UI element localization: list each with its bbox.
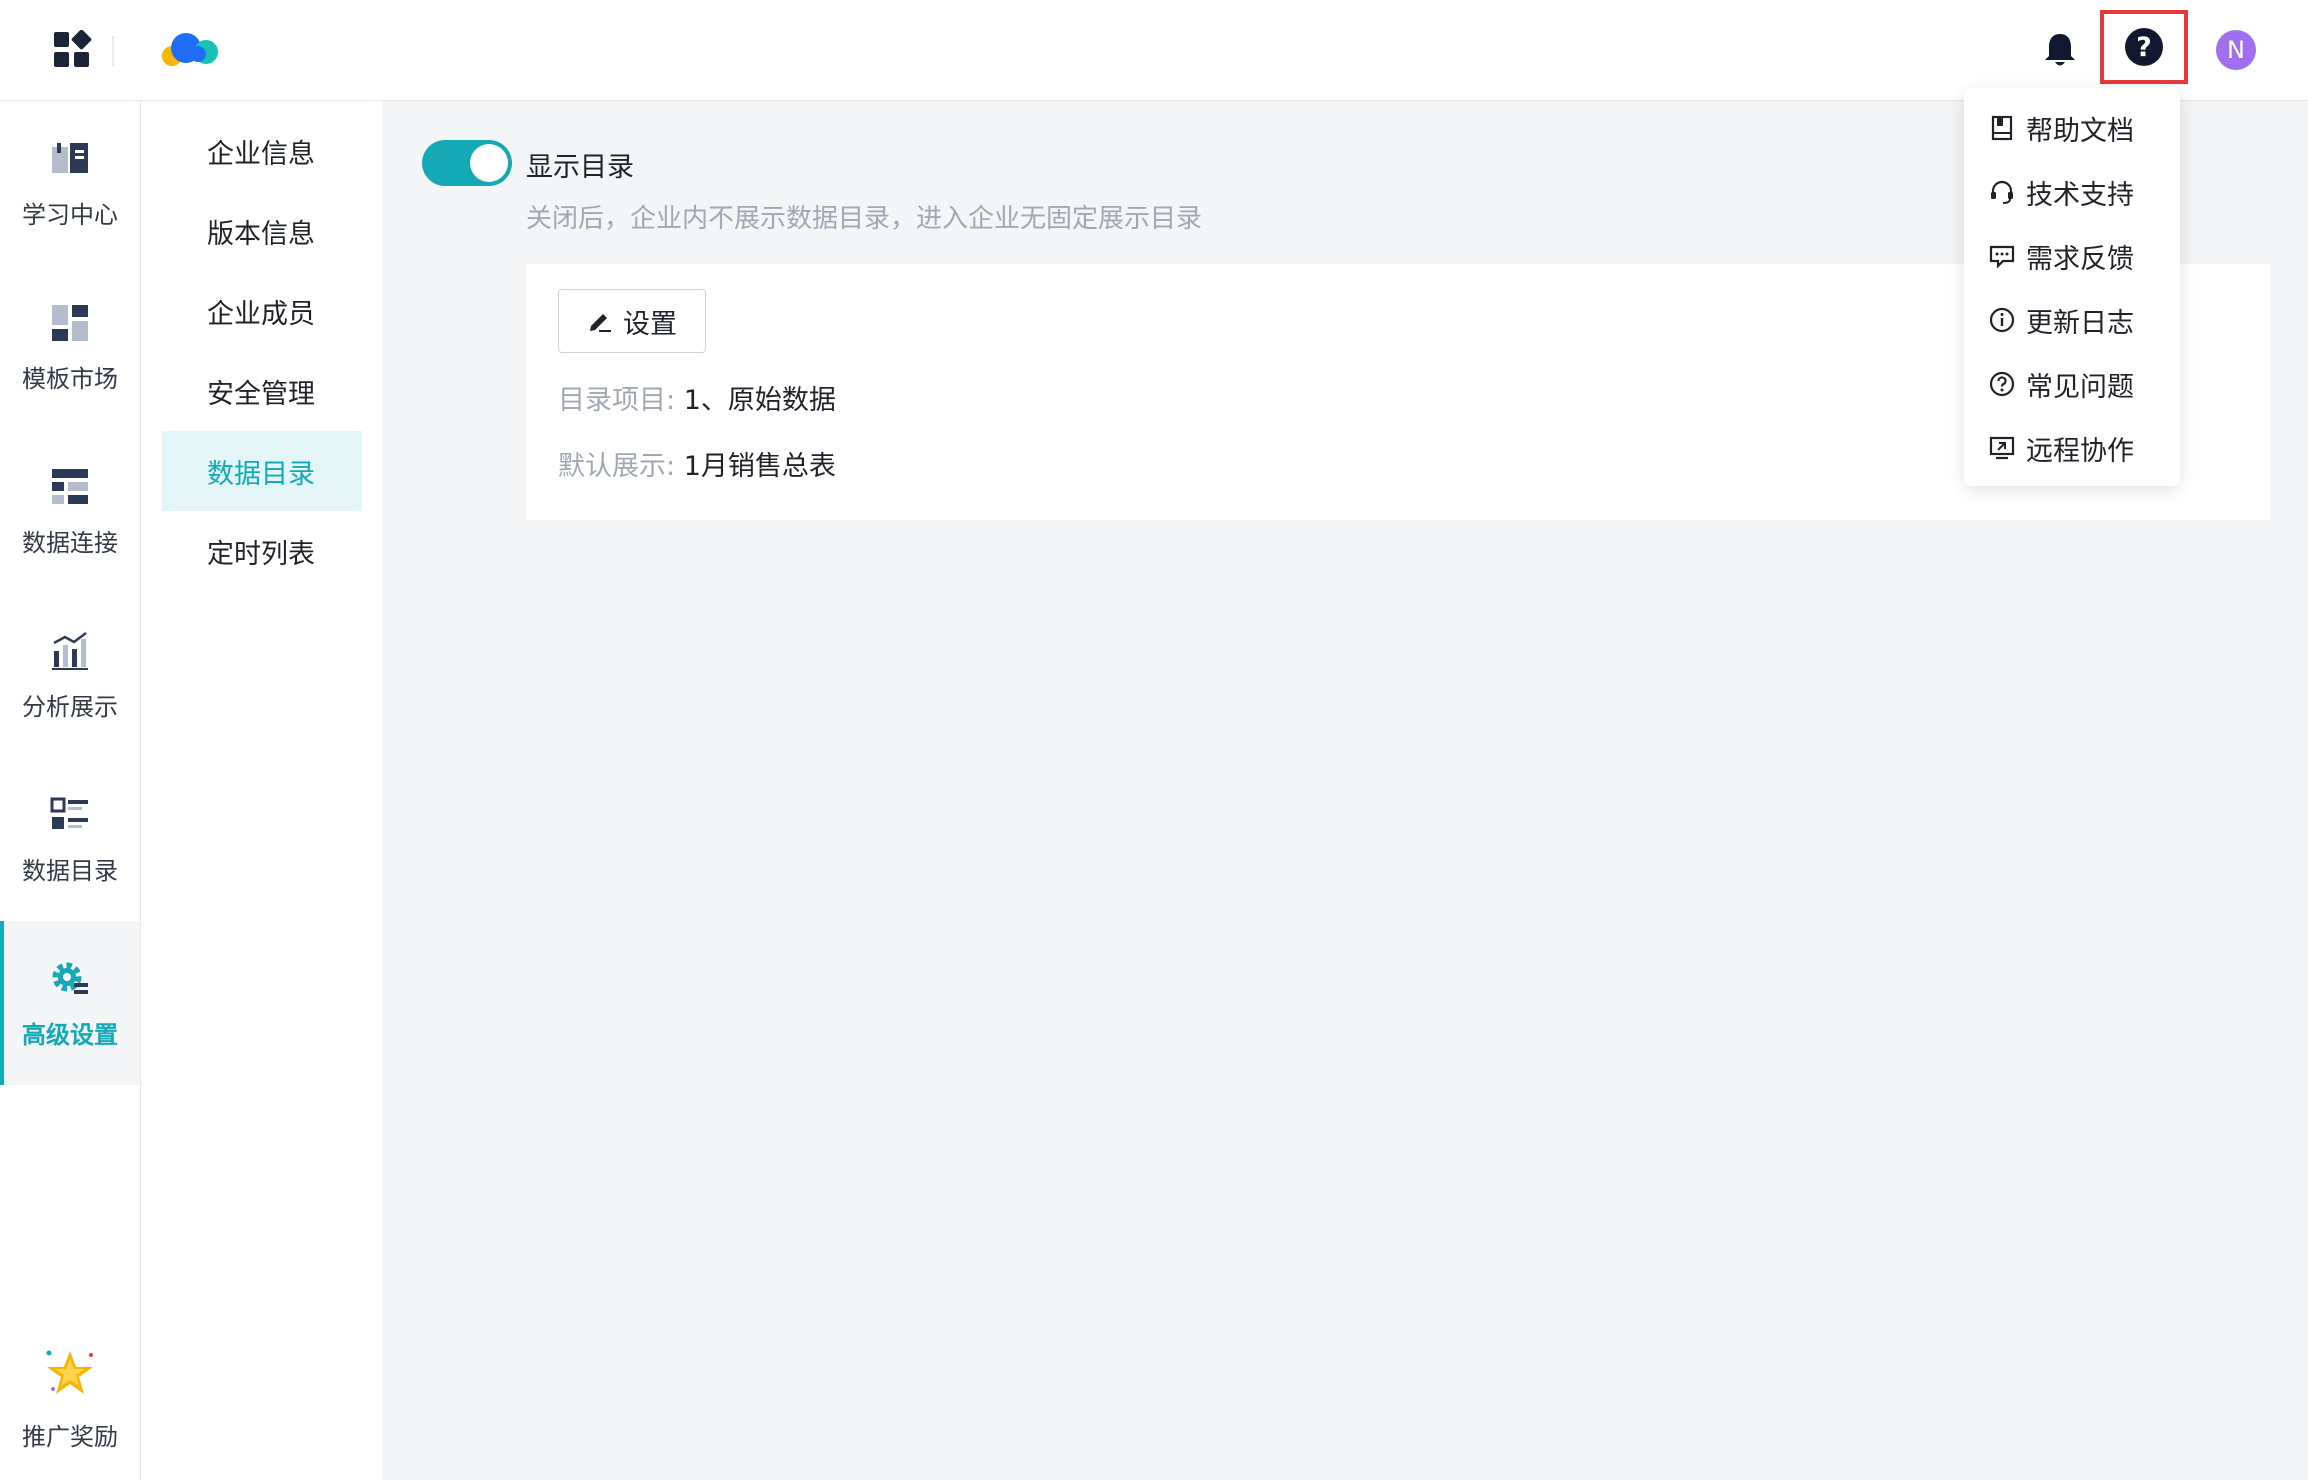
subnav-item-security[interactable]: 安全管理	[162, 351, 362, 431]
subnav-item-version-info[interactable]: 版本信息	[162, 191, 362, 271]
rail-item-label: 高级设置	[22, 1020, 118, 1049]
rail-item-label: 学习中心	[22, 200, 118, 229]
template-icon	[52, 304, 88, 341]
help-button[interactable]: ?	[2100, 10, 2188, 84]
top-bar: ? N	[0, 0, 2308, 101]
settings-button[interactable]: 设置	[558, 289, 706, 353]
menu-item-tech-support[interactable]: 技术支持	[1988, 166, 2134, 218]
default-display-key: 默认展示:	[558, 451, 676, 482]
data-connect-icon	[52, 468, 88, 504]
menu-item-label: 远程协作	[2026, 435, 2134, 467]
rail-item-label: 模板市场	[22, 364, 118, 393]
catalog-item-key: 目录项目:	[558, 385, 676, 416]
rail-item-advanced-settings[interactable]: 高级设置	[0, 921, 140, 1085]
toggle-knob	[470, 144, 508, 182]
default-display-row: 默认展示: 1月销售总表	[558, 444, 836, 483]
subnav-item-members[interactable]: 企业成员	[162, 271, 362, 351]
menu-item-help-docs[interactable]: 帮助文档	[1988, 102, 2134, 154]
bell-icon[interactable]	[2039, 29, 2081, 71]
rail-item-template-market[interactable]: 模板市场	[0, 265, 140, 429]
subnav-item-schedule-list[interactable]: 定时列表	[162, 511, 362, 591]
settings-button-label: 设置	[623, 308, 677, 340]
rail-item-label: 数据目录	[22, 856, 118, 885]
toggle-label: 显示目录	[526, 152, 634, 183]
catalog-icon	[50, 797, 88, 829]
chart-icon	[52, 631, 88, 670]
doc-icon	[1991, 115, 2013, 141]
left-rail: 学习中心 模板市场 数据连接 分析展示 数据目录 高级设置 推广奖励	[0, 101, 141, 1480]
menu-item-label: 需求反馈	[2026, 243, 2134, 275]
star-icon	[46, 1350, 93, 1394]
info-icon	[1989, 307, 2015, 333]
feedback-icon	[1989, 245, 2015, 269]
question-icon	[1989, 371, 2015, 397]
avatar[interactable]: N	[2216, 30, 2256, 70]
apps-icon[interactable]	[52, 30, 92, 70]
menu-item-label: 帮助文档	[2026, 115, 2134, 147]
menu-item-label: 常见问题	[2026, 371, 2134, 403]
edit-icon	[590, 314, 611, 332]
rail-item-learning-center[interactable]: 学习中心	[0, 101, 140, 265]
default-display-value: 1月销售总表	[683, 451, 836, 482]
headset-icon	[1991, 180, 2013, 204]
rail-item-data-connect[interactable]: 数据连接	[0, 429, 140, 593]
menu-item-faq[interactable]: 常见问题	[1988, 358, 2134, 410]
subnav-item-data-catalog[interactable]: 数据目录	[162, 431, 362, 511]
rail-item-label: 推广奖励	[22, 1422, 118, 1451]
logo[interactable]	[158, 28, 222, 72]
help-dropdown-menu: 帮助文档 技术支持 需求反馈 更新日志 常见问题 远程协作	[1964, 88, 2180, 486]
rail-item-referral-rewards[interactable]: 推广奖励	[0, 1316, 140, 1480]
subnav-item-company-info[interactable]: 企业信息	[162, 111, 362, 191]
rail-item-label: 分析展示	[22, 692, 118, 721]
rail-item-data-catalog[interactable]: 数据目录	[0, 757, 140, 921]
menu-item-label: 更新日志	[2026, 307, 2134, 339]
toggle-hint: 关闭后，企业内不展示数据目录，进入企业无固定展示目录	[526, 204, 1203, 234]
book-icon	[52, 142, 88, 173]
menu-item-feedback[interactable]: 需求反馈	[1988, 230, 2134, 282]
remote-icon	[1989, 436, 2015, 460]
help-icon: ?	[2125, 28, 2163, 66]
menu-item-remote-collab[interactable]: 远程协作	[1988, 422, 2134, 474]
topbar-divider	[112, 36, 114, 66]
show-catalog-toggle[interactable]	[422, 140, 512, 186]
catalog-item-value: 1、原始数据	[683, 385, 836, 416]
secondary-nav: 企业信息 版本信息 企业成员 安全管理 数据目录 定时列表	[141, 101, 382, 1480]
rail-item-analysis[interactable]: 分析展示	[0, 593, 140, 757]
menu-item-label: 技术支持	[2026, 179, 2134, 211]
catalog-item-row: 目录项目: 1、原始数据	[558, 378, 836, 417]
menu-item-changelog[interactable]: 更新日志	[1988, 294, 2134, 346]
rail-item-label: 数据连接	[22, 528, 118, 557]
gear-icon	[52, 962, 88, 994]
